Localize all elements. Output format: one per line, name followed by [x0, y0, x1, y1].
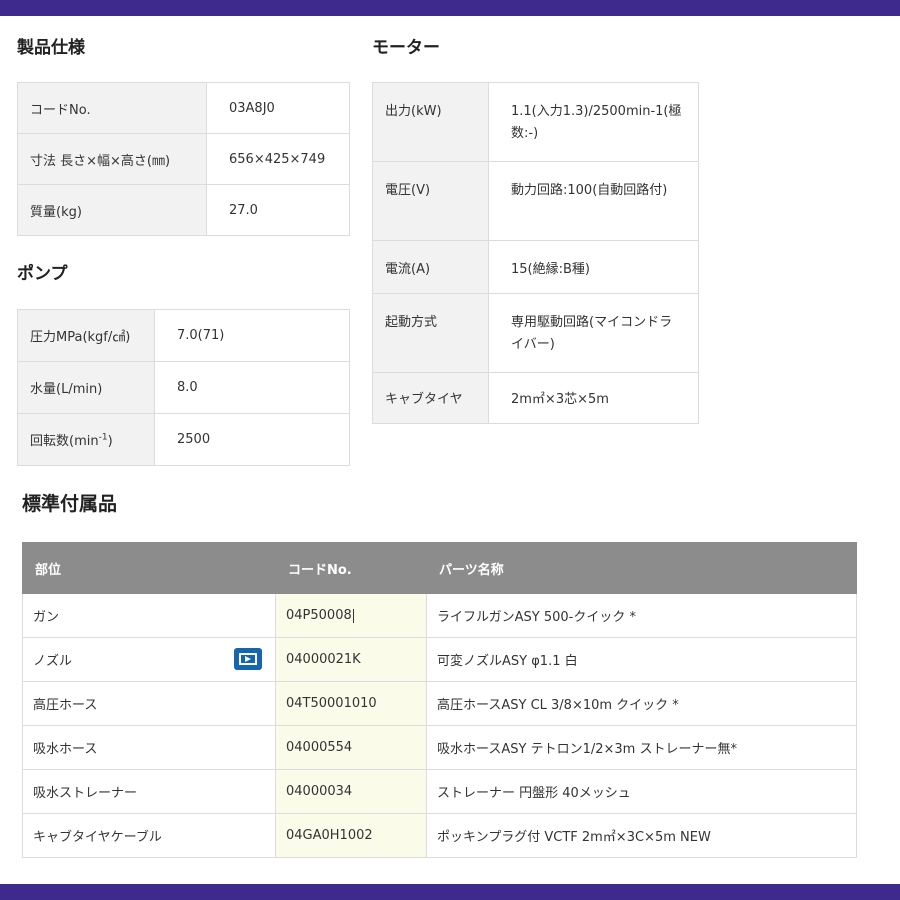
accessories-table: 部位 コードNo. パーツ名称 ガン 04P50008 ライフルガンASY 50… — [22, 542, 857, 858]
pump-row: 圧力MPa(kgf/㎠) 7.0(71) — [17, 309, 350, 362]
pump-key-sup: -1 — [98, 432, 108, 443]
pump-key-end: ) — [107, 434, 113, 449]
spec-row: 寸法 長さ×幅×高さ(㎜) 656×425×749 — [17, 133, 350, 185]
table-row: ノズル 04000021K 可変ノズルASY φ1.1 白 — [22, 637, 857, 682]
pump-row: 回転数(min-1) 2500 — [17, 413, 350, 466]
pump-key: 水量(L/min) — [17, 361, 155, 414]
part-cell: 高圧ホース — [22, 681, 276, 726]
spec-table: コードNo. 03A8J0 寸法 長さ×幅×高さ(㎜) 656×425×749 … — [17, 82, 350, 236]
top-brand-bar — [0, 0, 900, 16]
table-row: ガン 04P50008 ライフルガンASY 500-クイック * — [22, 593, 857, 638]
spec-row: 質量(kg) 27.0 — [17, 184, 350, 236]
motor-key: キャブタイヤ — [372, 372, 489, 424]
code-cell[interactable]: 04000034 — [275, 769, 427, 814]
name-cell: 可変ノズルASY φ1.1 白 — [426, 637, 857, 682]
pump-value: 8.0 — [154, 361, 350, 414]
part-text: ノズル — [33, 654, 73, 669]
motor-row: 電圧(V) 動力回路:100(自動回路付) — [372, 161, 699, 241]
table-row: 吸水ストレーナー 04000034 ストレーナー 円盤形 40メッシュ — [22, 769, 857, 814]
accessories-header-row: 部位 コードNo. パーツ名称 — [22, 542, 857, 594]
pump-table: 圧力MPa(kgf/㎠) 7.0(71) 水量(L/min) 8.0 回転数(m… — [17, 309, 350, 466]
spec-heading: 製品仕様 — [17, 38, 85, 58]
text-cursor — [352, 608, 354, 623]
part-cell: ガン — [22, 593, 276, 638]
motor-key: 電圧(V) — [372, 161, 489, 241]
code-cell[interactable]: 04T50001010 — [275, 681, 427, 726]
pump-value: 7.0(71) — [154, 309, 350, 362]
motor-value: 1.1(入力1.3)/2500min-1(極数:-) — [488, 82, 699, 162]
motor-row: 出力(kW) 1.1(入力1.3)/2500min-1(極数:-) — [372, 82, 699, 162]
name-cell: 吸水ホースASY テトロン1/2×3m ストレーナー無* — [426, 725, 857, 770]
spec-value: 656×425×749 — [206, 133, 350, 185]
pump-row: 水量(L/min) 8.0 — [17, 361, 350, 414]
motor-row: 電流(A) 15(絶縁:B種) — [372, 240, 699, 294]
motor-key: 電流(A) — [372, 240, 489, 294]
motor-table: 出力(kW) 1.1(入力1.3)/2500min-1(極数:-) 電圧(V) … — [372, 82, 699, 424]
motor-value: 2m㎡×3芯×5m — [488, 372, 699, 424]
motor-row: 起動方式 専用駆動回路(マイコンドライバー) — [372, 293, 699, 373]
part-cell: キャブタイヤケーブル — [22, 813, 276, 858]
col-header-name: パーツ名称 — [426, 542, 857, 594]
motor-key: 出力(kW) — [372, 82, 489, 162]
col-header-part: 部位 — [22, 542, 276, 594]
spec-key: 寸法 長さ×幅×高さ(㎜) — [17, 133, 207, 185]
motor-row: キャブタイヤ 2m㎡×3芯×5m — [372, 372, 699, 424]
spec-row: コードNo. 03A8J0 — [17, 82, 350, 134]
motor-heading: モーター — [372, 38, 440, 58]
spec-value: 03A8J0 — [206, 82, 350, 134]
pump-key: 圧力MPa(kgf/㎠) — [17, 309, 155, 362]
code-cell[interactable]: 04000554 — [275, 725, 427, 770]
col-header-code: コードNo. — [275, 542, 427, 594]
code-cell[interactable]: 04P50008 — [275, 593, 427, 638]
part-cell: ノズル — [22, 637, 276, 682]
motor-value: 15(絶縁:B種) — [488, 240, 699, 294]
pump-key-main: 回転数(min — [30, 434, 99, 449]
table-row: キャブタイヤケーブル 04GA0H1002 ポッキンプラグ付 VCTF 2m㎡×… — [22, 813, 857, 858]
bottom-brand-bar — [0, 884, 900, 900]
spec-value: 27.0 — [206, 184, 350, 236]
code-cell[interactable]: 04000021K — [275, 637, 427, 682]
motor-value: 専用駆動回路(マイコンドライバー) — [488, 293, 699, 373]
name-cell: ポッキンプラグ付 VCTF 2m㎡×3C×5m NEW — [426, 813, 857, 858]
spec-key: コードNo. — [17, 82, 207, 134]
spec-key: 質量(kg) — [17, 184, 207, 236]
part-cell: 吸水ホース — [22, 725, 276, 770]
play-icon — [245, 656, 251, 662]
pump-heading: ポンプ — [17, 264, 68, 284]
code-cell[interactable]: 04GA0H1002 — [275, 813, 427, 858]
part-cell: 吸水ストレーナー — [22, 769, 276, 814]
accessories-heading: 標準付属品 — [22, 493, 118, 515]
table-row: 吸水ホース 04000554 吸水ホースASY テトロン1/2×3m ストレーナ… — [22, 725, 857, 770]
name-cell: ストレーナー 円盤形 40メッシュ — [426, 769, 857, 814]
pump-value: 2500 — [154, 413, 350, 466]
video-icon[interactable] — [234, 648, 262, 670]
table-row: 高圧ホース 04T50001010 高圧ホースASY CL 3/8×10m クイ… — [22, 681, 857, 726]
name-cell: 高圧ホースASY CL 3/8×10m クイック * — [426, 681, 857, 726]
code-text: 04P50008 — [286, 608, 352, 623]
name-cell: ライフルガンASY 500-クイック * — [426, 593, 857, 638]
motor-key: 起動方式 — [372, 293, 489, 373]
motor-value: 動力回路:100(自動回路付) — [488, 161, 699, 241]
pump-key-rpm: 回転数(min-1) — [17, 413, 155, 466]
